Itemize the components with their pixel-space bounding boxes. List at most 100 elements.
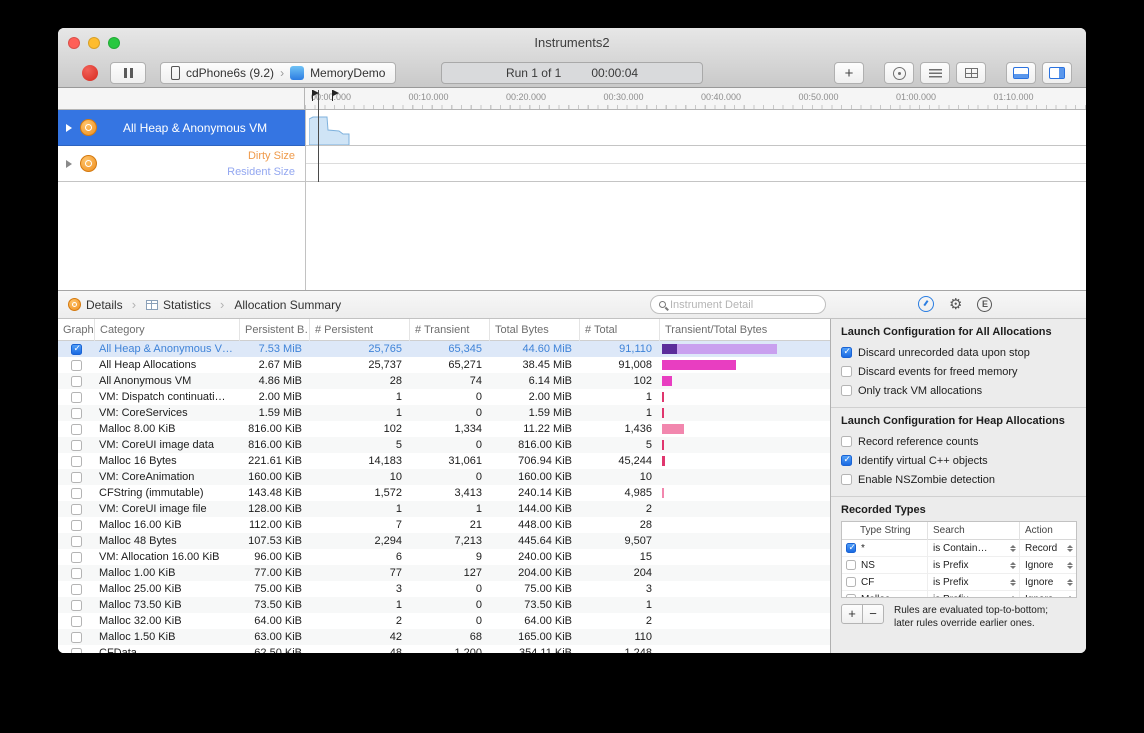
disclosure-triangle-icon[interactable] bbox=[66, 124, 72, 132]
table-row[interactable]: Malloc 25.00 KiB75.00 KiB3075.00 KiB3 bbox=[58, 581, 830, 597]
table-row[interactable]: Malloc 1.00 KiB77.00 KiB77127204.00 KiB2… bbox=[58, 565, 830, 581]
recorded-type-row[interactable]: Mallocis PrefixIgnore bbox=[842, 591, 1076, 598]
table-row[interactable]: VM: Dispatch continuati…2.00 MiB102.00 M… bbox=[58, 389, 830, 405]
disclosure-triangle-icon[interactable] bbox=[66, 160, 72, 168]
display-settings-button[interactable]: ⚙ bbox=[949, 297, 962, 312]
option-checkbox[interactable] bbox=[841, 385, 852, 396]
column-header-graph[interactable]: Graph bbox=[58, 319, 95, 341]
column-header-category[interactable]: Category bbox=[95, 319, 240, 341]
column-header-num-persistent[interactable]: # Persistent bbox=[310, 319, 410, 341]
table-row[interactable]: VM: CoreUI image data816.00 KiB50816.00 … bbox=[58, 437, 830, 453]
track-vm-tracker-header[interactable]: Dirty Size Resident Size bbox=[58, 146, 305, 182]
instrument-detail-search[interactable] bbox=[650, 295, 826, 314]
track-vm-tracker[interactable]: Dirty Size Resident Size bbox=[58, 146, 1086, 182]
table-row[interactable]: Malloc 1.50 KiB63.00 KiB4268165.00 KiB11… bbox=[58, 629, 830, 645]
track-all-heap-plot[interactable] bbox=[305, 110, 1086, 146]
breadcrumb-details[interactable]: Details bbox=[68, 298, 123, 312]
column-header-num-transient[interactable]: # Transient bbox=[410, 319, 490, 341]
recorded-type-row[interactable]: NSis PrefixIgnore bbox=[842, 557, 1076, 574]
breadcrumb-statistics[interactable]: Statistics bbox=[146, 298, 211, 312]
type-checkbox[interactable] bbox=[846, 594, 856, 598]
pause-button[interactable] bbox=[110, 62, 146, 84]
action-popup[interactable]: Ignore bbox=[1020, 574, 1076, 591]
action-popup[interactable]: Ignore bbox=[1020, 557, 1076, 574]
row-graph-checkbox[interactable] bbox=[71, 488, 82, 499]
table-row[interactable]: All Heap Allocations2.67 MiB25,73765,271… bbox=[58, 357, 830, 373]
record-settings-view-button[interactable] bbox=[884, 62, 914, 84]
row-graph-checkbox[interactable] bbox=[71, 536, 82, 547]
type-checkbox[interactable] bbox=[846, 543, 856, 553]
row-graph-checkbox[interactable] bbox=[71, 552, 82, 563]
target-selector[interactable]: cdPhone6s (9.2) › MemoryDemo bbox=[160, 62, 396, 84]
search-popup[interactable]: is Prefix bbox=[928, 591, 1020, 599]
row-graph-checkbox[interactable] bbox=[71, 648, 82, 654]
option-checkbox[interactable] bbox=[841, 474, 852, 485]
row-graph-checkbox[interactable] bbox=[71, 440, 82, 451]
table-row[interactable]: CFData62.50 KiB481,200354.11 KiB1,248 bbox=[58, 645, 830, 653]
row-graph-checkbox[interactable] bbox=[71, 616, 82, 627]
table-row[interactable]: VM: CoreUI image file128.00 KiB11144.00 … bbox=[58, 501, 830, 517]
table-row[interactable]: Malloc 16.00 KiB112.00 KiB721448.00 KiB2… bbox=[58, 517, 830, 533]
grid-view-button[interactable] bbox=[956, 62, 986, 84]
remove-rule-button[interactable]: − bbox=[862, 604, 884, 624]
option-checkbox[interactable] bbox=[841, 366, 852, 377]
breadcrumb-allocation-summary[interactable]: Allocation Summary bbox=[234, 298, 341, 312]
column-header-persistent-bytes[interactable]: Persistent B… bbox=[240, 319, 310, 341]
inspection-range-start-flag[interactable] bbox=[312, 90, 313, 101]
table-row[interactable]: VM: Allocation 16.00 KiB96.00 KiB69240.0… bbox=[58, 549, 830, 565]
row-graph-checkbox[interactable] bbox=[71, 424, 82, 435]
recorded-type-row[interactable]: CFis PrefixIgnore bbox=[842, 574, 1076, 591]
row-graph-checkbox[interactable] bbox=[71, 392, 82, 403]
list-view-button[interactable] bbox=[920, 62, 950, 84]
row-graph-checkbox[interactable] bbox=[71, 344, 82, 355]
table-row[interactable]: Malloc 16 Bytes221.61 KiB14,18331,061706… bbox=[58, 453, 830, 469]
option-checkbox[interactable] bbox=[841, 455, 852, 466]
row-graph-checkbox[interactable] bbox=[71, 360, 82, 371]
extended-detail-button[interactable] bbox=[977, 297, 992, 312]
option-checkbox[interactable] bbox=[841, 347, 852, 358]
table-row[interactable]: All Anonymous VM4.86 MiB28746.14 MiB102 bbox=[58, 373, 830, 389]
column-header-total-bytes[interactable]: Total Bytes bbox=[490, 319, 580, 341]
column-header-num-total[interactable]: # Total bbox=[580, 319, 660, 341]
table-row[interactable]: Malloc 8.00 KiB816.00 KiB1021,33411.22 M… bbox=[58, 421, 830, 437]
type-checkbox[interactable] bbox=[846, 560, 856, 570]
track-all-heap[interactable]: All Heap & Anonymous VM bbox=[58, 110, 1086, 146]
table-row[interactable]: Malloc 48 Bytes107.53 KiB2,2947,213445.6… bbox=[58, 533, 830, 549]
record-button[interactable] bbox=[82, 65, 98, 81]
row-graph-checkbox[interactable] bbox=[71, 568, 82, 579]
table-row[interactable]: CFString (immutable)143.48 KiB1,5723,413… bbox=[58, 485, 830, 501]
add-instrument-button[interactable]: + bbox=[834, 62, 864, 84]
table-row[interactable]: VM: CoreAnimation160.00 KiB100160.00 KiB… bbox=[58, 469, 830, 485]
row-graph-checkbox[interactable] bbox=[71, 504, 82, 515]
row-graph-checkbox[interactable] bbox=[71, 408, 82, 419]
search-popup[interactable]: is Contain… bbox=[928, 540, 1020, 557]
action-popup[interactable]: Record bbox=[1020, 540, 1076, 557]
search-popup[interactable]: is Prefix bbox=[928, 574, 1020, 591]
row-graph-checkbox[interactable] bbox=[71, 376, 82, 387]
row-graph-checkbox[interactable] bbox=[71, 584, 82, 595]
option-checkbox[interactable] bbox=[841, 436, 852, 447]
inspection-range-end-flag[interactable] bbox=[332, 90, 333, 101]
row-graph-checkbox[interactable] bbox=[71, 600, 82, 611]
row-graph-checkbox[interactable] bbox=[71, 472, 82, 483]
recorded-type-row[interactable]: *is Contain…Record bbox=[842, 540, 1076, 557]
row-graph-checkbox[interactable] bbox=[71, 632, 82, 643]
column-header-transient-total[interactable]: Transient/Total Bytes bbox=[660, 319, 830, 341]
record-settings-button[interactable] bbox=[918, 296, 934, 312]
titlebar[interactable]: Instruments2 bbox=[58, 28, 1086, 58]
table-row[interactable]: VM: CoreServices1.59 MiB101.59 MiB1 bbox=[58, 405, 830, 421]
playhead-line[interactable] bbox=[318, 90, 319, 182]
track-vm-tracker-plot[interactable] bbox=[305, 146, 1086, 182]
table-row[interactable]: Malloc 73.50 KiB73.50 KiB1073.50 KiB1 bbox=[58, 597, 830, 613]
row-graph-checkbox[interactable] bbox=[71, 456, 82, 467]
toggle-right-pane-button[interactable] bbox=[1042, 62, 1072, 84]
action-popup[interactable]: Ignore bbox=[1020, 591, 1076, 599]
type-checkbox[interactable] bbox=[846, 577, 856, 587]
row-graph-checkbox[interactable] bbox=[71, 520, 82, 531]
track-all-heap-header[interactable]: All Heap & Anonymous VM bbox=[58, 110, 305, 146]
toggle-bottom-pane-button[interactable] bbox=[1006, 62, 1036, 84]
timeline-ruler[interactable]: 00:00.00000:10.00000:20.00000:30.00000:4… bbox=[58, 88, 1086, 110]
table-header-row[interactable]: Graph Category Persistent B… # Persisten… bbox=[58, 319, 830, 341]
search-popup[interactable]: is Prefix bbox=[928, 557, 1020, 574]
table-row[interactable]: Malloc 32.00 KiB64.00 KiB2064.00 KiB2 bbox=[58, 613, 830, 629]
